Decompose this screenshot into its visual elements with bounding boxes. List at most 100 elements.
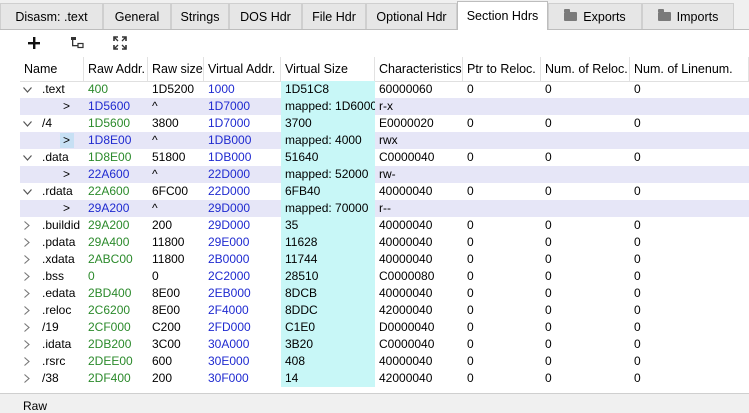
plus-icon (28, 37, 40, 49)
column-header[interactable]: Virtual Size (281, 57, 375, 81)
chevron-down-icon[interactable] (20, 115, 34, 132)
cell-ptr-reloc: 0 (467, 235, 474, 249)
column-header[interactable]: Num. of Reloc. (541, 57, 630, 81)
toolbar (0, 29, 749, 58)
mapping-row[interactable]: >29A200 ^ 29D000 mapped: 70000 r-- (20, 200, 749, 217)
cell-virt-size: 3700 (281, 115, 375, 132)
tab-exports[interactable]: Exports (548, 3, 642, 29)
table-row[interactable]: .text 400 1D5200 1000 1D51C8 60000060 0 0 0 (20, 81, 749, 98)
chevron-down-icon[interactable] (20, 149, 34, 166)
table-row[interactable]: /38 2DF400 200 30F000 14 42000040 0 0 0 (20, 370, 749, 387)
tab-label: Exports (583, 9, 626, 24)
tab-optional-hdr[interactable]: Optional Hdr (366, 3, 457, 29)
cell-num-reloc: 0 (545, 303, 552, 317)
chevron-right-icon[interactable] (20, 336, 34, 353)
cell-num-linenum: 0 (634, 218, 641, 232)
table-row[interactable]: .bss 0 0 2C2000 28510 C0000080 0 0 0 (20, 268, 749, 285)
chevron-right-icon[interactable] (20, 217, 34, 234)
table-row[interactable]: .pdata 29A400 11800 29E000 11628 40000040 0 0 0 (20, 234, 749, 251)
tab-file-hdr[interactable]: File Hdr (302, 3, 366, 29)
column-header[interactable]: Virtual Addr. (204, 57, 281, 81)
cell-ptr-reloc: 0 (467, 371, 474, 385)
cell-ptr-reloc: 0 (467, 252, 474, 266)
table-row[interactable]: .rsrc 2DEE00 600 30E000 408 40000040 0 0 0 (20, 353, 749, 370)
column-header[interactable]: Characteristics (375, 57, 463, 81)
add-button[interactable] (22, 32, 46, 54)
cell-ptr-reloc: 0 (467, 354, 474, 368)
cell-num-reloc: 0 (545, 235, 552, 249)
tab-strings[interactable]: Strings (171, 3, 229, 29)
table-row[interactable]: /4 1D5600 3800 1D7000 3700 E0000020 0 0 0 (20, 115, 749, 132)
chevron-right-icon[interactable] (20, 234, 34, 251)
cell-raw-addr: 2C6200 (88, 303, 131, 317)
cell-name: .bss (42, 269, 65, 283)
chevron-right-icon[interactable] (20, 353, 34, 370)
table-row[interactable]: .xdata 2ABC00 11800 2B0000 11744 40000040 0 0 0 (20, 251, 749, 268)
cell-virt-addr: 1DB000 (208, 150, 252, 164)
chevron-right-icon[interactable] (20, 302, 34, 319)
chevron-right-icon[interactable] (20, 370, 34, 387)
table-row[interactable]: .reloc 2C6200 8E00 2F4000 8DDC 42000040 0 0 0 (20, 302, 749, 319)
folder-icon (657, 9, 671, 21)
tab-disasm-text[interactable]: Disasm: .text (0, 3, 103, 29)
cell-ptr-reloc: 0 (467, 320, 474, 334)
table-row[interactable]: .rdata 22A600 6FC00 22D000 6FB40 40000040 0 0 0 (20, 183, 749, 200)
cell-name: /38 (42, 371, 59, 385)
tab-general[interactable]: General (103, 3, 171, 29)
column-header[interactable]: Raw Addr. (84, 57, 148, 81)
column-header[interactable]: Raw size (148, 57, 204, 81)
column-header[interactable]: Num. of Linenum. (630, 57, 749, 81)
chevron-down-icon[interactable] (20, 183, 34, 200)
cell-name: .idata (42, 337, 72, 351)
cell-virt-size: 6FB40 (281, 183, 375, 200)
cell-characteristics: 42000040 (379, 371, 433, 385)
export-button[interactable] (65, 32, 89, 54)
cell-virt-size: 11628 (281, 234, 375, 251)
fit-columns-icon (113, 36, 127, 50)
tab-label: Imports (676, 9, 719, 24)
cell-characteristics: r-- (379, 201, 391, 215)
chevron-right-icon[interactable] (20, 268, 34, 285)
cell-num-linenum: 0 (634, 371, 641, 385)
table-row[interactable]: .edata 2BD400 8E00 2EB000 8DCB 40000040 0 0 0 (20, 285, 749, 302)
chevron-right-icon[interactable] (20, 251, 34, 268)
tab-imports[interactable]: Imports (642, 3, 734, 29)
chevron-right-icon[interactable] (20, 285, 34, 302)
chevron-down-icon[interactable] (20, 81, 34, 98)
mapping-row[interactable]: >1D5600 ^ 1D7000 mapped: 1D6000 r-x (20, 98, 749, 115)
tab-dos-hdr[interactable]: DOS Hdr (229, 3, 302, 29)
folder-icon (564, 9, 578, 21)
cell-virt-size: mapped: 1D6000 (281, 98, 375, 115)
tab-label: Strings (180, 9, 220, 24)
cell-virt-addr: 30A000 (208, 337, 250, 351)
table-row[interactable]: /19 2CF000 C200 2FD000 C1E0 D0000040 0 0 0 (20, 319, 749, 336)
table-row[interactable]: .data 1D8E00 51800 1DB000 51640 C0000040 0 0 0 (20, 149, 749, 166)
cell-characteristics: 40000040 (379, 218, 433, 232)
fit-columns-button[interactable] (108, 32, 132, 54)
cell-raw-addr: 2CF000 (88, 320, 131, 334)
cell-ptr-reloc: 0 (467, 269, 474, 283)
cell-name: .pdata (42, 235, 76, 249)
tab-label: DOS Hdr (240, 9, 291, 24)
chevron-right-icon[interactable] (20, 319, 34, 336)
mapping-row[interactable]: >1D8E00 ^ 1DB000 mapped: 4000 rwx (20, 132, 749, 149)
cell-num-reloc: 0 (545, 269, 552, 283)
cell-virt-addr: 1D7000 (208, 99, 251, 113)
tab-section-hdrs[interactable]: Section Hdrs (457, 1, 548, 30)
table-row[interactable]: .idata 2DB200 3C00 30A000 3B20 C0000040 0 0 0 (20, 336, 749, 353)
table-row[interactable]: .buildid 29A200 200 29D000 35 40000040 0 0 0 (20, 217, 749, 234)
cell-num-reloc: 0 (545, 337, 552, 351)
column-header[interactable]: Ptr to Reloc. (463, 57, 541, 81)
cell-num-linenum: 0 (634, 150, 641, 164)
cell-name: .xdata (42, 252, 75, 266)
cell-virt-size: mapped: 70000 (281, 200, 375, 217)
cell-raw-addr: 22A600 (88, 184, 130, 198)
cell-num-reloc: 0 (545, 218, 552, 232)
cell-characteristics: 40000040 (379, 286, 433, 300)
column-header[interactable]: Name (20, 57, 84, 81)
mapping-row[interactable]: >22A600 ^ 22D000 mapped: 52000 rw- (20, 166, 749, 183)
cell-characteristics: r-x (379, 99, 393, 113)
cell-virt-addr: 2B0000 (208, 252, 250, 266)
cell-characteristics: rw- (379, 167, 396, 181)
cell-num-linenum: 0 (634, 303, 641, 317)
